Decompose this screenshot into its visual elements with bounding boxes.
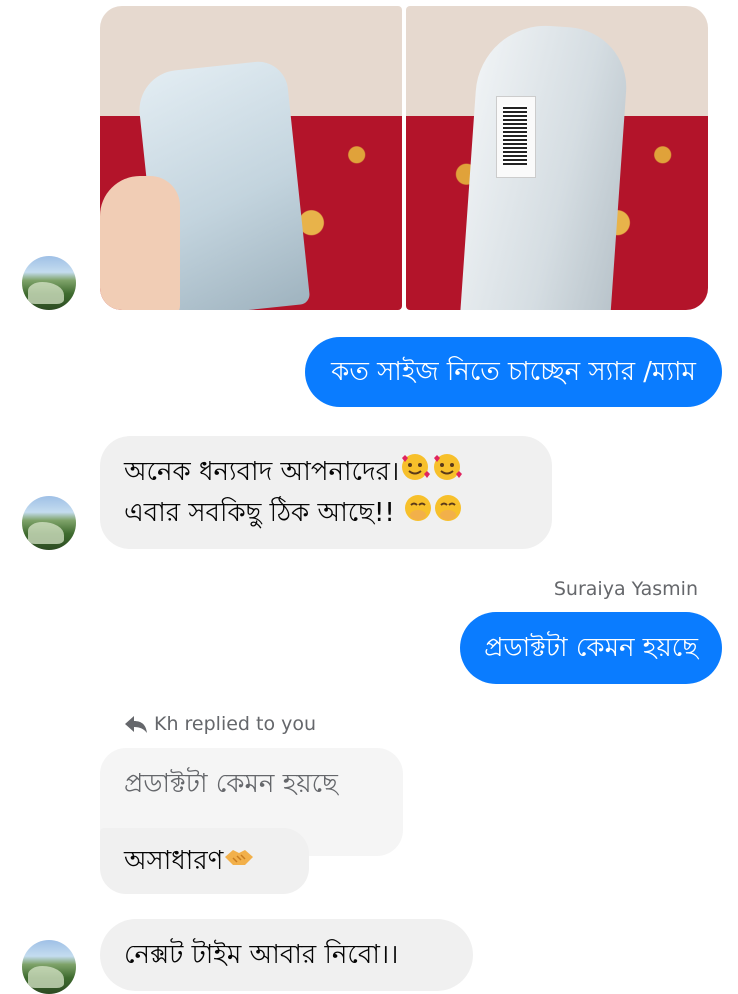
message-text-line: অনেক ধন্যবাদ আপনাদের। [124, 457, 400, 487]
shared-photos [100, 6, 708, 310]
reply-note-text: Kh replied to you [154, 713, 317, 735]
contact-avatar[interactable] [22, 940, 76, 994]
message-text: প্রডাক্টটা কেমন হয়ছে [484, 632, 698, 663]
incoming-message[interactable]: অসাধারণ [100, 828, 309, 894]
reply-indicator: Kh replied to you [124, 713, 316, 735]
contact-avatar[interactable] [22, 496, 76, 550]
face-with-hand-over-mouth-icon [433, 493, 463, 534]
message-text: কত সাইজ নিতে চাচ্ছেন স্যার /ম্যাম [331, 356, 696, 387]
incoming-message[interactable]: নেক্সট টাইম আবার নিবো।। [100, 919, 473, 991]
face-with-hand-over-mouth-icon [403, 493, 433, 534]
photo-package-held[interactable] [100, 6, 402, 310]
outgoing-message[interactable]: প্রডাক্টটা কেমন হয়ছে [460, 612, 722, 684]
reply-arrow-icon [125, 716, 147, 733]
incoming-message[interactable]: অনেক ধন্যবাদ আপনাদের। এবার সবকিছু ঠিক আছ… [100, 436, 552, 549]
contact-avatar[interactable] [22, 256, 76, 310]
smiling-face-with-hearts-icon [431, 452, 463, 493]
sender-name: Suraiya Yasmin [553, 578, 698, 600]
message-text: অসাধারণ [124, 845, 224, 876]
handshake-icon [223, 843, 255, 880]
message-text: নেক্সট টাইম আবার নিবো।। [124, 939, 399, 970]
message-text-line: এবার সবকিছু ঠিক আছে!! [124, 498, 404, 528]
outgoing-message[interactable]: কত সাইজ নিতে চাচ্ছেন স্যার /ম্যাম [305, 337, 722, 407]
smiling-face-with-hearts-icon [399, 452, 431, 493]
photo-package-standing[interactable] [406, 6, 708, 310]
quoted-text: প্রডাক্টটা কেমন হয়ছে [124, 769, 338, 799]
